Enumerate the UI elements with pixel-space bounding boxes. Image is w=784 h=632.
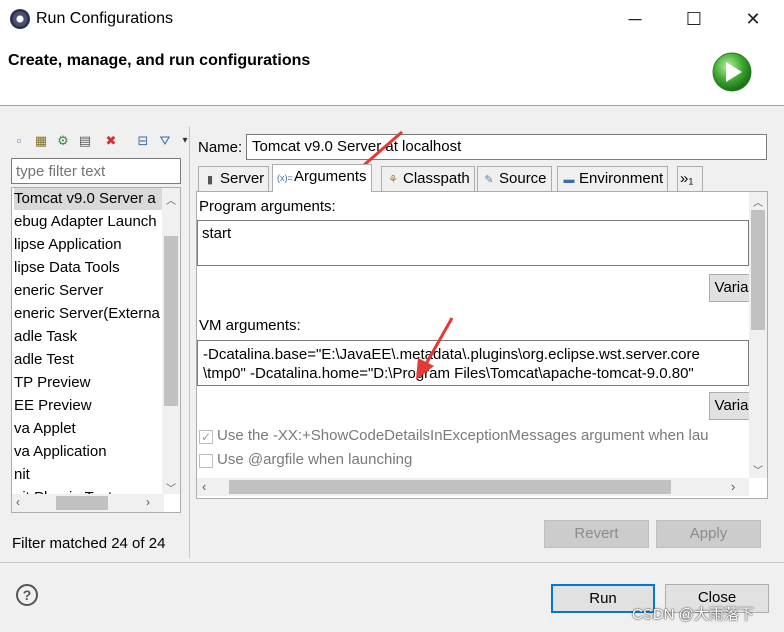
filter-input[interactable] — [11, 158, 181, 184]
tree-item[interactable]: nit — [14, 464, 30, 486]
tab-label: Source — [499, 170, 547, 187]
program-args-label: Program arguments: — [199, 198, 336, 215]
config-tree: Tomcat v9.0 Server a ebug Adapter Launch… — [11, 187, 181, 513]
tree-item[interactable]: eneric Server — [14, 280, 103, 302]
tree-item[interactable]: lipse Application — [14, 234, 122, 256]
args-vscroll-thumb[interactable] — [751, 210, 765, 330]
vm-args-field[interactable]: -Dcatalina.base="E:\JavaEE\.metadata\.pl… — [197, 340, 749, 386]
tree-item[interactable]: adle Task — [14, 326, 77, 348]
panel-divider — [189, 126, 190, 558]
eclipse-app-icon — [10, 9, 30, 29]
run-icon — [712, 52, 752, 92]
args-vertical-scrollbar[interactable]: ︿ ﹀ — [749, 192, 767, 478]
program-variables-button[interactable]: Varia — [709, 274, 753, 302]
left-toolbar: ▫ ▦ ⚙ ▤ ✖ ⊟ ⛛ ▾ — [10, 132, 190, 152]
tab-environment[interactable]: ▬ Environment — [557, 166, 669, 191]
scroll-down-icon[interactable]: ﹀ — [753, 462, 763, 477]
tab-server[interactable]: ▮ Server — [198, 166, 270, 191]
tree-item[interactable]: adle Test — [14, 349, 74, 371]
tree-hscroll-thumb[interactable] — [56, 496, 108, 510]
arguments-icon: (x)= — [277, 173, 293, 183]
scroll-up-icon[interactable]: ︿ — [166, 192, 176, 207]
tab-overflow[interactable]: »₁ — [677, 166, 703, 191]
collapse-all-icon[interactable]: ⊟ — [134, 132, 152, 150]
arguments-tab-body: Program arguments: start Varia VM argume… — [196, 191, 768, 499]
args-horizontal-scrollbar[interactable]: ‹ › — [197, 478, 749, 496]
showcode-label: Use the -XX:+ShowCodeDetailsInExceptionM… — [217, 427, 709, 444]
tree-item-tomcat[interactable]: Tomcat v9.0 Server a — [14, 188, 162, 210]
args-hscroll-thumb[interactable] — [229, 480, 671, 494]
tree-vscroll-thumb[interactable] — [164, 236, 178, 406]
tree-item[interactable]: EE Preview — [14, 395, 92, 417]
duplicate-icon[interactable]: ▤ — [76, 132, 94, 150]
scroll-right-icon[interactable]: › — [146, 495, 150, 509]
scroll-left-icon[interactable]: ‹ — [16, 495, 20, 509]
tree-item[interactable]: va Applet — [14, 418, 76, 440]
footer-separator — [0, 562, 784, 563]
revert-button[interactable]: Revert — [544, 520, 649, 548]
name-field[interactable]: Tomcat v9.0 Server at localhost — [246, 134, 767, 160]
tab-label: Server — [220, 170, 265, 187]
scroll-down-icon[interactable]: ﹀ — [166, 480, 176, 495]
apply-button[interactable]: Apply — [656, 520, 761, 548]
showcode-checkbox[interactable]: ✓ — [199, 430, 213, 444]
maximize-button[interactable]: ☐ — [681, 6, 707, 32]
export-icon[interactable]: ⚙ — [54, 132, 72, 150]
minimize-button[interactable]: ─ — [622, 6, 648, 32]
argfile-checkbox[interactable] — [199, 454, 213, 468]
tree-item[interactable]: ebug Adapter Launch — [14, 211, 157, 233]
filter-icon[interactable]: ⛛ — [156, 132, 174, 150]
vm-args-line-2: \tmp0" -Dcatalina.home="D:\Program Files… — [203, 365, 694, 382]
environment-icon: ▬ — [563, 174, 575, 186]
watermark: CSDN @大雨落下 — [632, 606, 754, 623]
delete-icon[interactable]: ✖ — [102, 132, 120, 150]
annotation-arrow-icon — [416, 317, 454, 380]
help-icon[interactable]: ? — [16, 584, 38, 606]
server-icon: ▮ — [206, 174, 214, 186]
source-icon: ✎ — [484, 174, 494, 186]
view-menu-icon[interactable]: ▾ — [176, 132, 194, 150]
tree-vertical-scrollbar[interactable]: ︿ ﹀ — [162, 188, 180, 495]
vm-variables-button[interactable]: Varia — [709, 392, 753, 420]
scroll-right-icon[interactable]: › — [731, 479, 735, 494]
tab-label: Classpath — [403, 170, 470, 187]
scroll-up-icon[interactable]: ︿ — [753, 194, 763, 209]
tree-item[interactable]: va Application — [14, 441, 107, 463]
tree-item[interactable]: eneric Server(Externa — [14, 303, 160, 325]
filter-status: Filter matched 24 of 24 — [12, 535, 166, 552]
scroll-left-icon[interactable]: ‹ — [202, 479, 206, 494]
banner-title: Create, manage, and run configurations — [8, 52, 311, 69]
new-prototype-icon[interactable]: ▦ — [32, 132, 50, 150]
vm-args-label: VM arguments: — [199, 317, 301, 334]
tab-overflow-label: »₁ — [680, 170, 694, 187]
tree-horizontal-scrollbar[interactable]: ‹ › — [12, 494, 164, 512]
tab-label: Arguments — [294, 168, 367, 185]
new-config-icon[interactable]: ▫ — [10, 132, 28, 150]
program-args-field[interactable]: start — [197, 220, 749, 266]
tab-label: Environment — [579, 170, 664, 187]
vm-args-line-1: -Dcatalina.base="E:\JavaEE\.metadata\.pl… — [203, 346, 700, 363]
tab-arguments[interactable]: (x)=Arguments — [272, 164, 372, 192]
window-title-bar: Run Configurations ─ ☐ ✕ — [0, 0, 784, 38]
window-title: Run Configurations — [36, 10, 173, 27]
tree-item[interactable]: lipse Data Tools — [14, 257, 120, 279]
header-banner: Create, manage, and run configurations — [0, 38, 784, 106]
close-window-button[interactable]: ✕ — [740, 6, 766, 32]
tree-item[interactable]: TP Preview — [14, 372, 90, 394]
tab-source[interactable]: ✎ Source — [477, 166, 552, 191]
name-label: Name: — [198, 139, 243, 156]
argfile-label: Use @argfile when launching — [217, 451, 413, 468]
